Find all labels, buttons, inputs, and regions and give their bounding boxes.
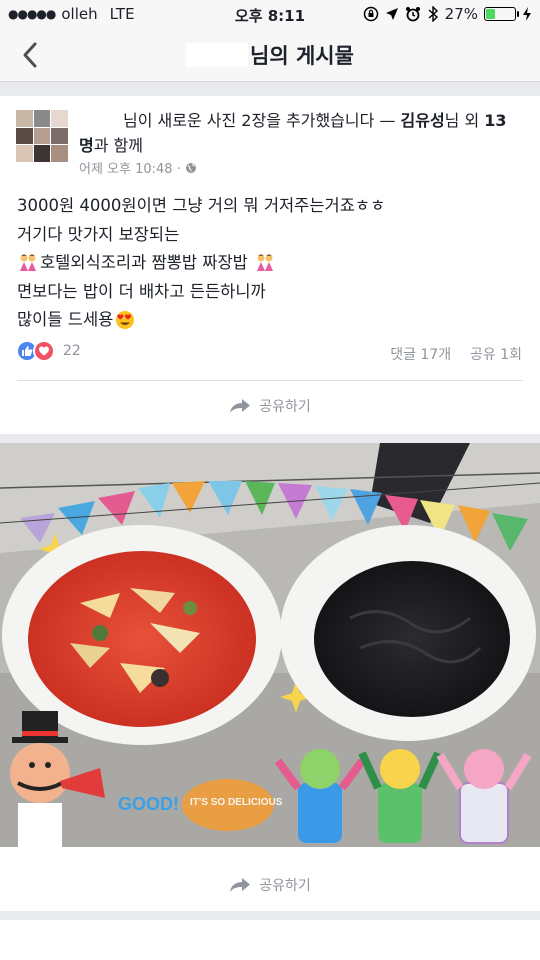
post-text: 3000원 4000원이면 그냥 거의 뭐 거저주는거죠ㅎㅎ 거기다 맛가지 보… — [17, 192, 522, 335]
globe-icon — [185, 162, 196, 173]
battery-percent: 27% — [444, 5, 478, 23]
bluetooth-icon — [428, 6, 438, 22]
rotation-lock-icon — [363, 6, 378, 22]
post-card: 님이 새로운 사진 2장을 추가했습니다 — 김유성님 외 13명과 함께 어제… — [0, 96, 540, 434]
share-arrow-icon — [230, 399, 251, 413]
delicious-sticker: IT'S SO DELICIOUS — [190, 797, 283, 808]
avatar[interactable] — [16, 110, 68, 162]
food-photo-illustration: GOOD! IT'S SO DELICIOUS — [0, 443, 540, 847]
dancers-emoji-icon — [254, 253, 276, 273]
share-count-link[interactable]: 공유 1회 — [470, 347, 522, 363]
heart-eyes-emoji-icon — [116, 311, 135, 330]
page-title-text: 님의 게시물 — [250, 44, 354, 68]
post-line: 거기다 맛가지 보장되는 — [17, 224, 180, 244]
love-reaction-icon — [33, 340, 55, 362]
post-header-end: 과 함께 — [93, 136, 143, 155]
photo-share-button[interactable]: 공유하기 — [0, 875, 540, 895]
navigation-bar: 님의 게시물 — [0, 28, 540, 82]
location-icon — [385, 8, 398, 20]
charging-icon — [523, 7, 531, 21]
cheering-characters-sticker — [274, 749, 532, 844]
jjajang-bowl — [280, 525, 536, 741]
redacted-name — [186, 43, 249, 67]
tagged-user-link[interactable]: 김유성 — [401, 111, 445, 130]
share-arrow-icon — [230, 878, 251, 892]
post-line: 많이들 드세용 — [17, 310, 114, 329]
reactions-summary[interactable]: 22 — [16, 340, 81, 362]
post-line: 호텔외식조리과 짬뽕밥 짜장밥 — [40, 253, 248, 272]
post-header-suffix: 님 외 — [444, 111, 485, 130]
good-sticker: GOOD! — [118, 794, 179, 814]
photo-card: GOOD! IT'S SO DELICIOUS 공유하기 — [0, 443, 540, 911]
food-photo[interactable]: GOOD! IT'S SO DELICIOUS — [0, 443, 540, 847]
page-title: 님의 게시물 — [0, 40, 540, 70]
next-photo-card — [0, 920, 540, 960]
post-timestamp[interactable]: 어제 오후 10:48 · — [79, 158, 197, 177]
post-line: 면보다는 밥이 더 배차고 든든하니까 — [17, 281, 266, 301]
share-button[interactable]: 공유하기 — [0, 396, 540, 416]
comment-count-link[interactable]: 댓글 17개 — [390, 347, 451, 363]
post-header: 님이 새로운 사진 2장을 추가했습니다 — 김유성님 외 13명과 함께 — [79, 108, 519, 158]
post-header-text: 님이 새로운 사진 2장을 추가했습니다 — — [123, 111, 401, 130]
dancers-emoji-icon — [17, 253, 39, 273]
status-bar: ●●●●● olleh LTE 오후 8:11 27% — [0, 0, 540, 28]
share-label: 공유하기 — [259, 399, 311, 415]
battery-icon — [484, 7, 519, 21]
post-line-5: 많이들 드세용 — [17, 306, 522, 335]
post-line-3: 호텔외식조리과 짬뽕밥 짜장밥 — [17, 249, 522, 278]
reaction-count: 22 — [63, 343, 81, 359]
divider — [17, 380, 523, 381]
timestamp-text: 어제 오후 10:48 · — [79, 162, 181, 177]
post-line: 3000원 4000원이면 그냥 거의 뭐 거저주는거죠ㅎㅎ — [17, 196, 386, 215]
share-label: 공유하기 — [259, 878, 311, 894]
alarm-icon — [405, 7, 420, 22]
engagement-counts: 댓글 17개 공유 1회 — [390, 344, 522, 364]
